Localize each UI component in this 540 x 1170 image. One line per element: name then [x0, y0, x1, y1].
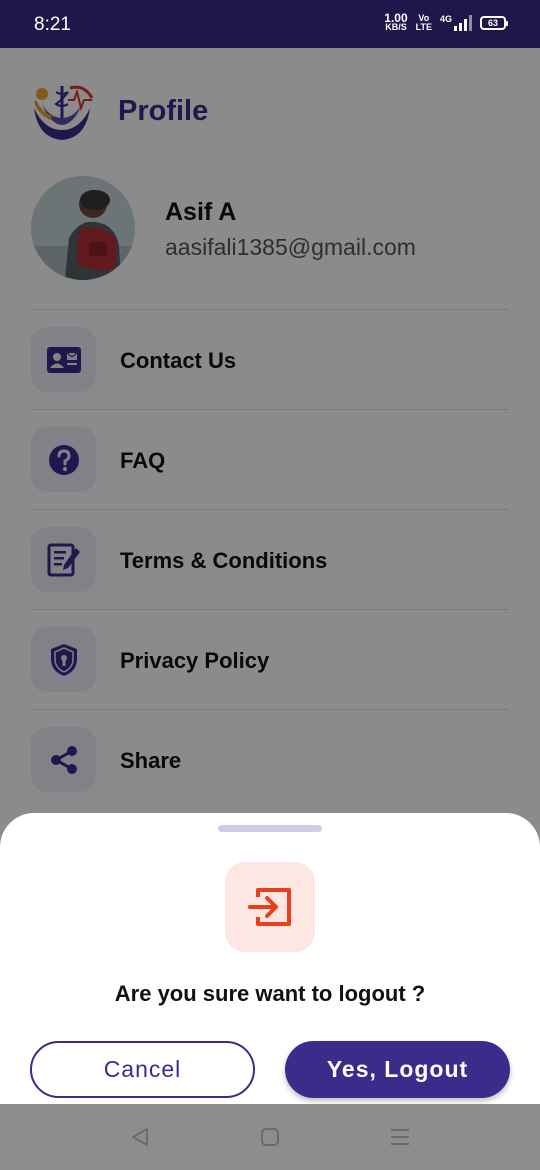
drag-handle[interactable] [218, 825, 322, 832]
profile-screen: Profile Asif A aasifali1385@gmail.com Co… [0, 48, 540, 1152]
logout-icon [248, 888, 291, 926]
logout-bottom-sheet: Are you sure want to logout ? Cancel Yes… [0, 813, 540, 1152]
status-bar: 8:21 1.00 KB/S Vo LTE 4G 63 [0, 0, 540, 48]
network-speed: 1.00 KB/S [384, 11, 408, 32]
network-type: 4G [439, 14, 452, 24]
cancel-button[interactable]: Cancel [30, 1041, 255, 1098]
status-icons: 1.00 KB/S Vo LTE 4G 63 [384, 11, 508, 32]
system-nav-bar [0, 1104, 540, 1170]
status-time: 8:21 [34, 14, 71, 35]
logout-icon-container [225, 862, 315, 952]
battery-icon: 63 [480, 16, 508, 30]
logout-question: Are you sure want to logout ? [114, 981, 426, 1006]
confirm-logout-button[interactable]: Yes, Logout [285, 1041, 510, 1098]
recents-menu-icon[interactable] [389, 1126, 411, 1148]
volte-indicator: Vo LTE [415, 13, 432, 32]
signal-icon [454, 15, 472, 31]
home-icon[interactable] [259, 1126, 281, 1148]
back-icon[interactable] [129, 1126, 151, 1148]
battery-level: 63 [487, 18, 498, 28]
